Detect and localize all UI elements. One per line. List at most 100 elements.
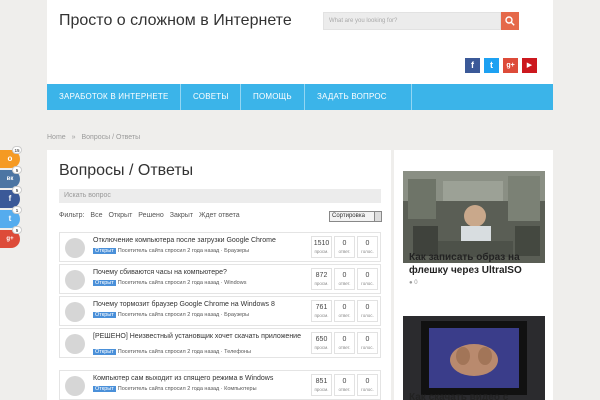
facebook-icon[interactable]: f — [465, 58, 480, 73]
share-count: 5 — [12, 166, 22, 174]
site-title[interactable]: Просто о сложном в Интернете — [59, 12, 292, 30]
share-label: о — [7, 154, 13, 163]
question-meta: Открыт Посетитель сайта спросил 2 года на… — [93, 386, 257, 392]
votes-stat: 0 голос. — [357, 236, 378, 258]
site-header: Просто о сложном в Интернете What are yo… — [47, 0, 553, 84]
sort-select-value: Сортировка — [332, 213, 365, 219]
post-thumbnail[interactable] — [403, 171, 545, 263]
votes-count: 0 — [365, 304, 370, 311]
views-stat: 851 просм. — [311, 374, 332, 396]
share-count: 5 — [12, 186, 22, 194]
page-title: Вопросы / Ответы — [59, 162, 194, 179]
votes-count: 0 — [365, 336, 370, 343]
answers-label: ответ. — [338, 281, 351, 286]
question-meta: Открыт Посетитель сайта спросил 2 года на… — [93, 280, 246, 286]
status-badge: Открыт — [93, 248, 116, 254]
filter-label: Фильтр: — [59, 212, 85, 219]
views-label: просм. — [314, 345, 329, 350]
views-label: просм. — [314, 249, 329, 254]
answers-count: 0 — [342, 378, 347, 385]
share-count: 5 — [12, 226, 22, 234]
question-meta-text: Посетитель сайта спросил 2 года назад · … — [117, 248, 250, 254]
avatar — [65, 376, 85, 396]
main-nav: ЗАРАБОТОК В ИНТЕРНЕТЕ СОВЕТЫ ПОМОЩЬ ЗАДА… — [47, 84, 553, 110]
views-count: 872 — [315, 272, 328, 279]
votes-label: голос. — [361, 345, 374, 350]
views-stat: 872 просм. — [311, 268, 332, 290]
search-input[interactable]: What are you looking for? — [323, 12, 501, 30]
nav-item-help[interactable]: ПОМОЩЬ — [241, 84, 304, 110]
share-label: g+ — [6, 236, 14, 242]
googleplus-icon[interactable]: g+ — [503, 58, 518, 73]
question-meta-text: Посетитель сайта спросил 2 года назад · … — [117, 312, 250, 318]
views-stat: 1510 просм. — [311, 236, 332, 258]
avatar — [65, 302, 85, 322]
votes-label: голос. — [361, 249, 374, 254]
question-title[interactable]: [РЕШЕНО] Неизвестный установщик хочет ск… — [93, 332, 308, 341]
post-title[interactable]: Как записать образ на флешку через Ultra… — [409, 251, 544, 277]
sort-select[interactable]: Сортировка — [329, 211, 382, 222]
filter-solved[interactable]: Решено — [138, 212, 164, 219]
filter-closed[interactable]: Закрыт — [170, 212, 193, 219]
post-thumbnail[interactable] — [403, 316, 545, 400]
share-label: t — [8, 214, 12, 223]
question-meta: Открыт Посетитель сайта спросил 2 года на… — [93, 248, 249, 254]
answers-stat: 0 ответ. — [334, 332, 355, 354]
views-label: просм. — [314, 281, 329, 286]
views-label: просм. — [314, 387, 329, 392]
question-search-input[interactable]: Искать вопрос — [59, 189, 381, 203]
votes-stat: 0 голос. — [357, 268, 378, 290]
views-count: 851 — [315, 378, 328, 385]
question-row[interactable]: Отключение компьютера после загрузки Goo… — [59, 232, 381, 262]
nav-item-ask[interactable]: ЗАДАТЬ ВОПРОС — [305, 84, 399, 110]
filter-all[interactable]: Все — [90, 212, 102, 219]
post-comments: ● 0 — [409, 280, 418, 286]
breadcrumb-separator: » — [71, 134, 76, 141]
comment-count: 0 — [414, 280, 418, 286]
filter-awaiting[interactable]: Ждет ответа — [199, 212, 240, 219]
votes-stat: 0 голос. — [357, 374, 378, 396]
answers-count: 0 — [342, 336, 347, 343]
main-content: Вопросы / Ответы Искать вопрос Фильтр: В… — [47, 150, 391, 400]
youtube-icon[interactable]: ▶ — [522, 58, 537, 73]
question-title[interactable]: Почему тормозит браузер Google Chrome на… — [93, 300, 308, 309]
question-row[interactable]: Почему тормозит браузер Google Chrome на… — [59, 296, 381, 326]
nav-item-earnings[interactable]: ЗАРАБОТОК В ИНТЕРНЕТЕ — [47, 84, 181, 110]
answers-count: 0 — [342, 272, 347, 279]
question-meta-text: Посетитель сайта спросил 2 года назад · … — [117, 386, 257, 392]
answers-label: ответ. — [338, 345, 351, 350]
nav-item-tips[interactable]: СОВЕТЫ — [181, 84, 241, 110]
twitter-icon[interactable]: t — [484, 58, 499, 73]
filter-open[interactable]: Открыт — [108, 212, 132, 219]
breadcrumb: Home » Вопросы / Ответы — [47, 134, 144, 141]
sidebar: Как записать образ на флешку через Ultra… — [394, 150, 553, 400]
question-title[interactable]: Компьютер сам выходит из спящего режима … — [93, 374, 308, 383]
votes-label: голос. — [361, 387, 374, 392]
answers-stat: 0 ответ. — [334, 268, 355, 290]
question-title[interactable]: Отключение компьютера после загрузки Goo… — [93, 236, 308, 245]
search-icon — [505, 16, 515, 26]
filter-bar: Фильтр: Все Открыт Решено Закрыт Ждет от… — [59, 212, 244, 219]
search-button[interactable] — [501, 12, 519, 30]
comment-icon: ● — [409, 280, 413, 286]
question-meta-text: Посетитель сайта спросил 2 года назад · … — [117, 349, 251, 355]
question-row[interactable]: [РЕШЕНО] Неизвестный установщик хочет ск… — [59, 328, 381, 358]
answers-label: ответ. — [338, 313, 351, 318]
question-row[interactable]: Компьютер сам выходит из спящего режима … — [59, 370, 381, 400]
votes-label: голос. — [361, 281, 374, 286]
votes-stat: 0 голос. — [357, 300, 378, 322]
votes-count: 0 — [365, 240, 370, 247]
question-meta-text: Посетитель сайта спросил 2 года назад · … — [117, 280, 247, 286]
share-count: 1 — [12, 206, 22, 214]
post-title[interactable]: Как скачать видео с — [409, 391, 544, 400]
answers-stat: 0 ответ. — [334, 374, 355, 396]
votes-count: 0 — [365, 378, 370, 385]
googleplus-icon[interactable]: g+ 5 — [0, 226, 22, 248]
status-badge: Открыт — [93, 312, 116, 318]
breadcrumb-home[interactable]: Home — [47, 134, 66, 141]
views-label: просм. — [314, 313, 329, 318]
share-label: f — [8, 194, 12, 203]
question-row[interactable]: Почему сбиваются часы на компьютере? Отк… — [59, 264, 381, 294]
votes-label: голос. — [361, 313, 374, 318]
question-title[interactable]: Почему сбиваются часы на компьютере? — [93, 268, 308, 277]
